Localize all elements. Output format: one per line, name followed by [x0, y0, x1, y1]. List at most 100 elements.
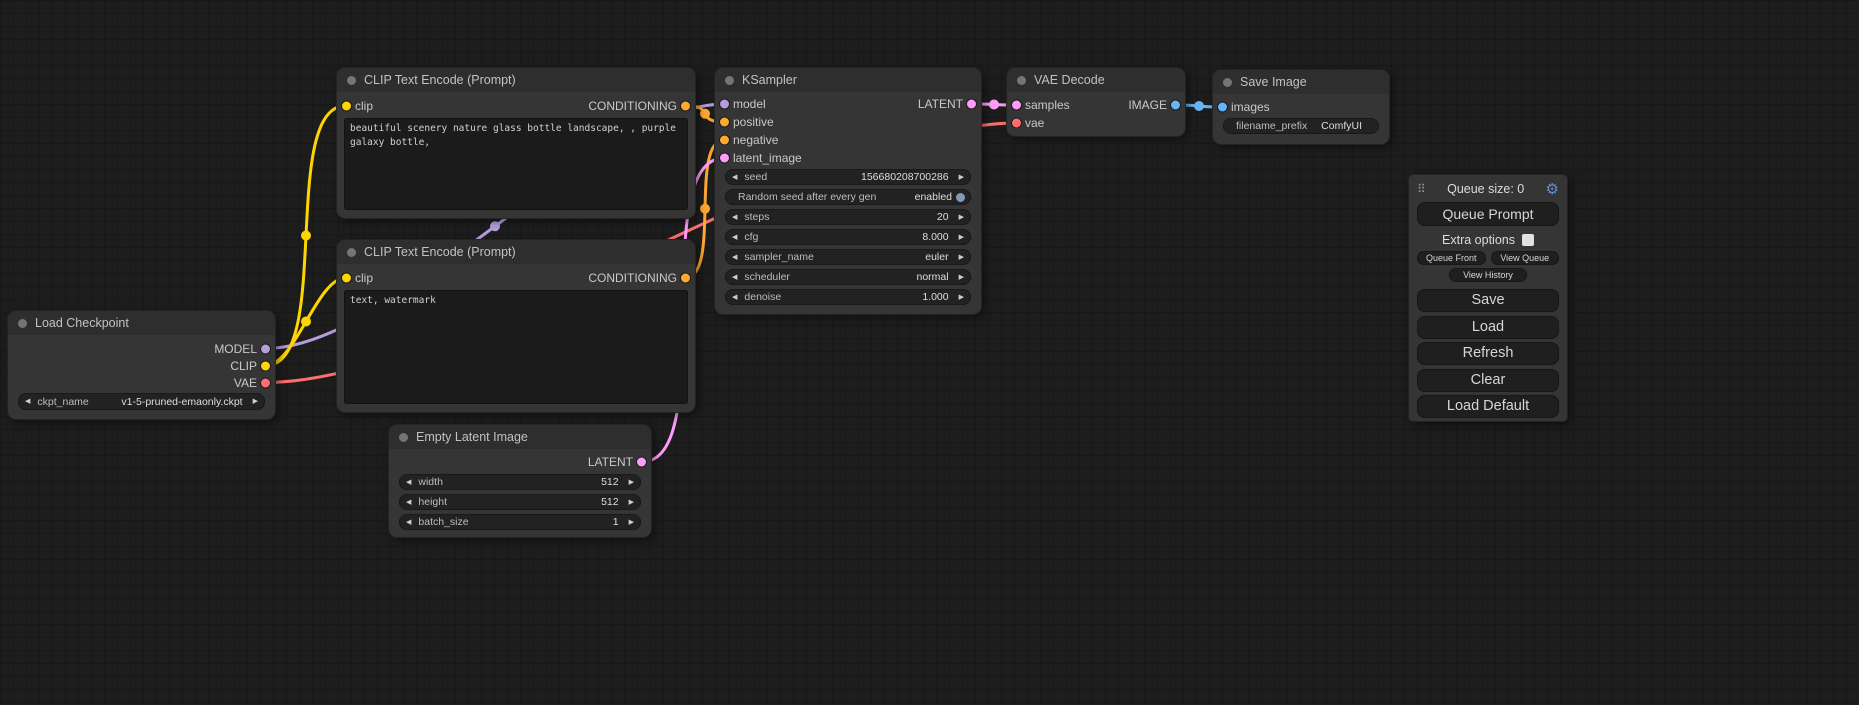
widget-seed[interactable]: ◀ seed 156680208700286 ▶	[725, 169, 971, 185]
widget-random-seed[interactable]: Random seed after every gen enabled	[725, 189, 971, 205]
widget-filename-prefix[interactable]: filename_prefix ComfyUI	[1223, 118, 1379, 134]
input-slot-latent-image[interactable]	[720, 154, 729, 163]
input-slot-negative[interactable]	[720, 136, 729, 145]
widget-width[interactable]: ◀ width 512 ▶	[399, 474, 641, 490]
output-label-conditioning: CONDITIONING	[588, 271, 677, 285]
node-title-bar[interactable]: KSampler	[715, 68, 981, 92]
clear-button[interactable]: Clear	[1417, 369, 1559, 392]
node-graph-canvas[interactable]: Load Checkpoint MODEL CLIP VAE ◀ ckpt_na…	[0, 0, 1859, 705]
increment-arrow-icon[interactable]: ▶	[957, 294, 966, 301]
output-slot-latent[interactable]	[967, 100, 976, 109]
load-default-button[interactable]: Load Default	[1417, 395, 1559, 418]
output-slot-vae[interactable]	[261, 378, 270, 387]
view-history-button[interactable]: View History	[1449, 268, 1527, 282]
node-empty-latent-image[interactable]: Empty Latent Image LATENT ◀ width 512 ▶ …	[389, 425, 651, 537]
input-slot-positive[interactable]	[720, 118, 729, 127]
increment-arrow-icon[interactable]: ▶	[957, 254, 966, 261]
collapse-dot-icon[interactable]	[18, 319, 27, 328]
input-slot-model[interactable]	[720, 100, 729, 109]
extra-options-checkbox[interactable]	[1522, 234, 1534, 246]
increment-arrow-icon[interactable]: ▶	[627, 499, 636, 506]
link-midpoint-dot	[989, 100, 999, 110]
widget-scheduler[interactable]: ◀ scheduler normal ▶	[725, 269, 971, 285]
input-slot-clip[interactable]	[342, 101, 351, 110]
collapse-dot-icon[interactable]	[347, 248, 356, 257]
widget-steps[interactable]: ◀ steps 20 ▶	[725, 209, 971, 225]
output-label-image: IMAGE	[1128, 98, 1167, 112]
decrement-arrow-icon[interactable]: ◀	[730, 214, 739, 221]
collapse-dot-icon[interactable]	[399, 433, 408, 442]
link-wire	[266, 278, 347, 366]
prompt-textarea[interactable]: beautiful scenery nature glass bottle la…	[344, 118, 688, 210]
input-slot-clip[interactable]	[342, 273, 351, 282]
widget-sampler-name[interactable]: ◀ sampler_name euler ▶	[725, 249, 971, 265]
node-title-bar[interactable]: CLIP Text Encode (Prompt)	[337, 68, 695, 92]
node-title-bar[interactable]: VAE Decode	[1007, 68, 1185, 92]
queue-front-button[interactable]: Queue Front	[1417, 251, 1486, 265]
node-title: Empty Latent Image	[416, 430, 528, 444]
output-slot-latent[interactable]	[637, 458, 646, 467]
output-slot-conditioning[interactable]	[681, 101, 690, 110]
node-title-bar[interactable]: CLIP Text Encode (Prompt)	[337, 240, 695, 264]
input-slot-images[interactable]	[1218, 103, 1227, 112]
output-row-latent: LATENT	[389, 453, 651, 471]
node-title-bar[interactable]: Save Image	[1213, 70, 1389, 94]
load-button[interactable]: Load	[1417, 316, 1559, 339]
increment-arrow-icon[interactable]: ▶	[627, 479, 636, 486]
node-clip-text-encode-negative[interactable]: CLIP Text Encode (Prompt) clip CONDITION…	[337, 240, 695, 412]
prompt-textarea[interactable]: text, watermark	[344, 290, 688, 404]
input-label-negative: negative	[733, 133, 778, 147]
collapse-dot-icon[interactable]	[725, 76, 734, 85]
node-title: KSampler	[742, 73, 797, 87]
increment-arrow-icon[interactable]: ▶	[957, 214, 966, 221]
decrement-arrow-icon[interactable]: ◀	[730, 174, 739, 181]
widget-label: denoise	[744, 291, 781, 303]
node-title: CLIP Text Encode (Prompt)	[364, 73, 516, 87]
decrement-arrow-icon[interactable]: ◀	[404, 479, 413, 486]
widget-denoise[interactable]: ◀ denoise 1.000 ▶	[725, 289, 971, 305]
decrement-arrow-icon[interactable]: ◀	[730, 274, 739, 281]
node-save-image[interactable]: Save Image images filename_prefix ComfyU…	[1213, 70, 1389, 144]
toggle-circle-icon[interactable]	[956, 193, 965, 202]
settings-gear-icon[interactable]: ⚙	[1546, 182, 1559, 197]
collapse-dot-icon[interactable]	[347, 76, 356, 85]
refresh-button[interactable]: Refresh	[1417, 342, 1559, 365]
input-slot-vae[interactable]	[1012, 119, 1021, 128]
increment-arrow-icon[interactable]: ▶	[957, 174, 966, 181]
decrement-arrow-icon[interactable]: ◀	[404, 519, 413, 526]
decrement-arrow-icon[interactable]: ◀	[730, 294, 739, 301]
increment-arrow-icon[interactable]: ▶	[627, 519, 636, 526]
node-title-bar[interactable]: Empty Latent Image	[389, 425, 651, 449]
output-row-vae: VAE	[8, 374, 275, 391]
collapse-dot-icon[interactable]	[1017, 76, 1026, 85]
collapse-dot-icon[interactable]	[1223, 78, 1232, 87]
node-vae-decode[interactable]: VAE Decode samples IMAGE vae	[1007, 68, 1185, 136]
output-slot-image[interactable]	[1171, 101, 1180, 110]
output-slot-conditioning[interactable]	[681, 273, 690, 282]
save-button[interactable]: Save	[1417, 289, 1559, 312]
queue-small-buttons-row: Queue Front View Queue	[1417, 251, 1559, 265]
widget-label: steps	[744, 211, 769, 223]
widget-batch-size[interactable]: ◀ batch_size 1 ▶	[399, 514, 641, 530]
node-ksampler[interactable]: KSampler model LATENT positive negative …	[715, 68, 981, 314]
decrement-arrow-icon[interactable]: ◀	[404, 499, 413, 506]
queue-prompt-button[interactable]: Queue Prompt	[1417, 202, 1559, 226]
input-slot-samples[interactable]	[1012, 101, 1021, 110]
output-slot-model[interactable]	[261, 344, 270, 353]
node-title-bar[interactable]: Load Checkpoint	[8, 311, 275, 335]
widget-ckpt-name[interactable]: ◀ ckpt_name v1-5-pruned-emaonly.ckpt ▶	[18, 393, 265, 410]
output-slot-clip[interactable]	[261, 361, 270, 370]
widget-value: 1.000	[922, 291, 948, 303]
widget-height[interactable]: ◀ height 512 ▶	[399, 494, 641, 510]
increment-arrow-icon[interactable]: ▶	[957, 274, 966, 281]
increment-arrow-icon[interactable]: ▶	[957, 234, 966, 241]
decrement-arrow-icon[interactable]: ◀	[730, 234, 739, 241]
drag-handle-icon[interactable]: ⠿	[1417, 183, 1426, 195]
widget-cfg[interactable]: ◀ cfg 8.000 ▶	[725, 229, 971, 245]
node-clip-text-encode-positive[interactable]: CLIP Text Encode (Prompt) clip CONDITION…	[337, 68, 695, 218]
increment-arrow-icon[interactable]: ▶	[251, 398, 260, 405]
view-queue-button[interactable]: View Queue	[1491, 251, 1560, 265]
decrement-arrow-icon[interactable]: ◀	[730, 254, 739, 261]
decrement-arrow-icon[interactable]: ◀	[23, 398, 32, 405]
node-load-checkpoint[interactable]: Load Checkpoint MODEL CLIP VAE ◀ ckpt_na…	[8, 311, 275, 419]
